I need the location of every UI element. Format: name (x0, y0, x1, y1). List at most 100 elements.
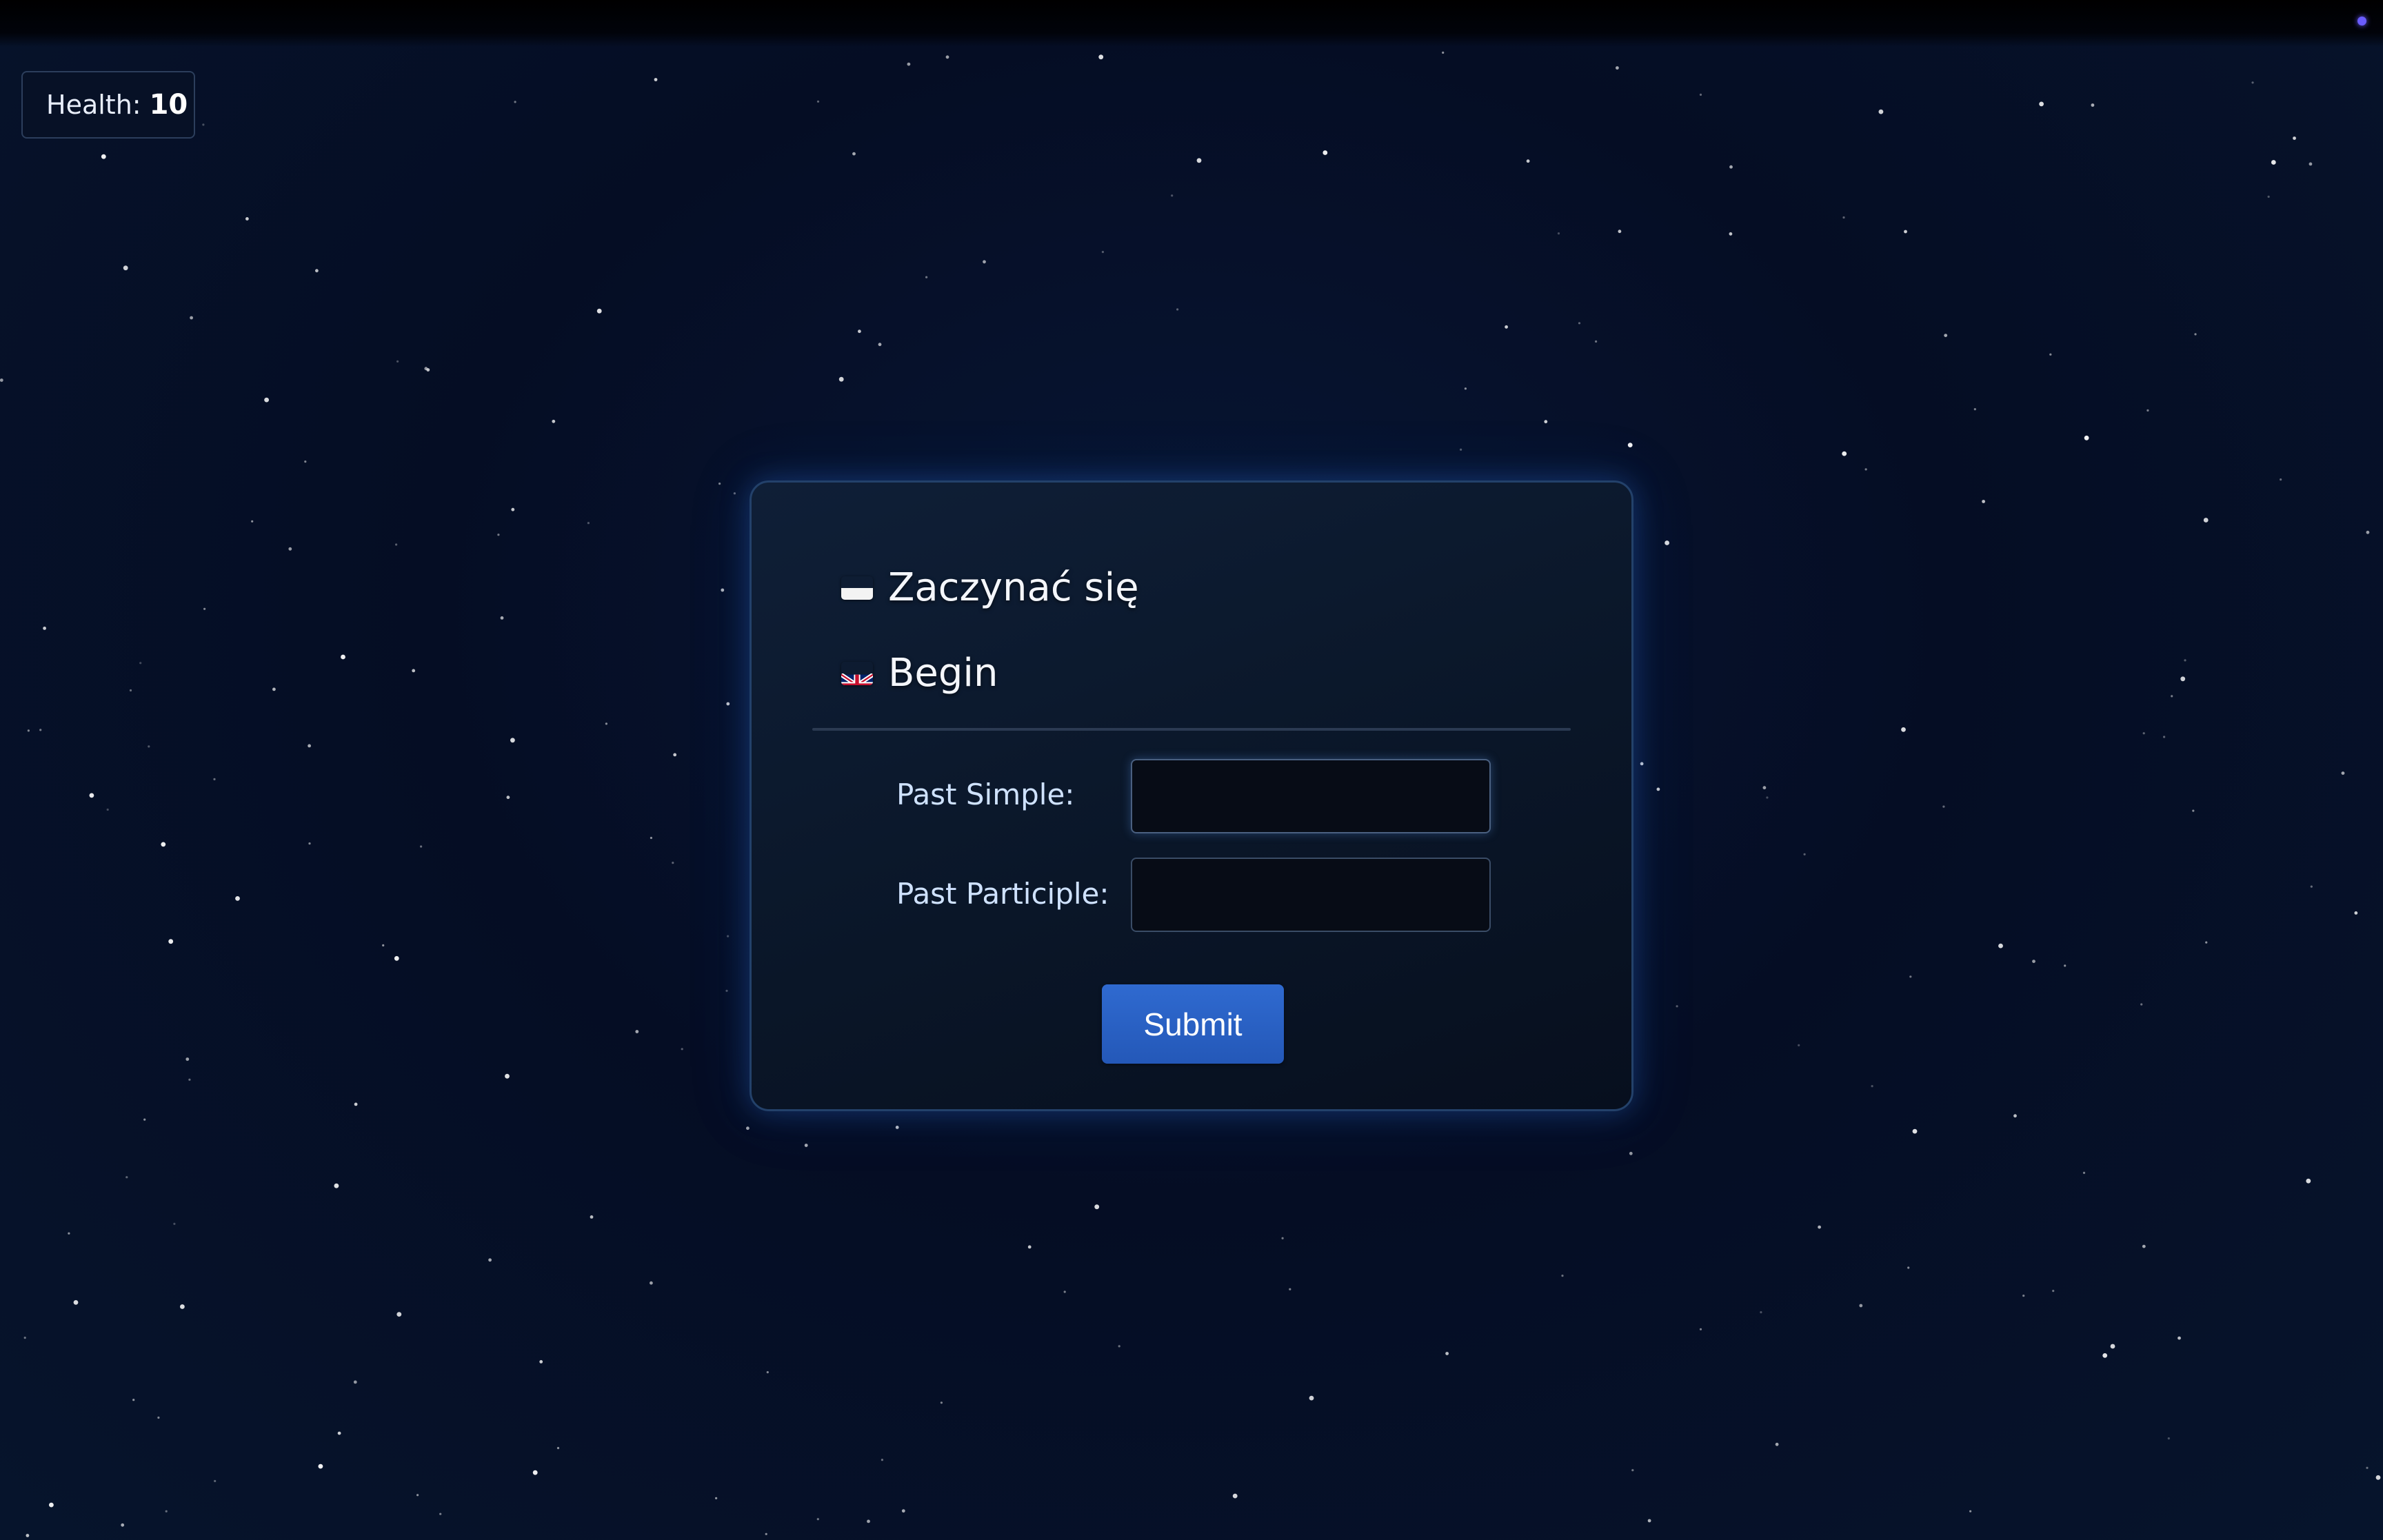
star (1904, 230, 1907, 234)
star (650, 1281, 653, 1285)
star (2354, 911, 2358, 915)
star (1627, 443, 1633, 447)
star (26, 1534, 30, 1537)
star (23, 1337, 26, 1339)
star (185, 1057, 190, 1061)
star (2052, 1290, 2055, 1293)
past-simple-input[interactable] (1131, 759, 1491, 833)
star (439, 1512, 442, 1515)
star (2309, 162, 2313, 166)
star (354, 1102, 358, 1106)
star (264, 397, 269, 403)
star (2049, 353, 2052, 356)
past-participle-input[interactable] (1131, 858, 1491, 932)
star (635, 1030, 639, 1033)
star (2271, 160, 2276, 165)
star (506, 796, 510, 800)
star (308, 744, 311, 748)
star (1766, 796, 1769, 799)
star (308, 842, 311, 845)
star (681, 1048, 683, 1051)
star (2366, 1466, 2369, 1469)
past-participle-label: Past Participle: (896, 877, 1109, 911)
star (715, 1497, 718, 1499)
star (1760, 1311, 1762, 1314)
star (202, 123, 205, 126)
star (1595, 340, 1598, 343)
star (1676, 1005, 1678, 1008)
star (945, 55, 949, 59)
star (353, 1380, 357, 1384)
star (2192, 809, 2195, 812)
star (1027, 1245, 1032, 1249)
star (895, 1126, 899, 1129)
star (901, 1509, 905, 1513)
star (416, 1494, 419, 1497)
target-word: Begin (888, 651, 998, 696)
star (2171, 695, 2173, 698)
star (2194, 333, 2197, 336)
uk-flag-icon (841, 662, 873, 685)
star (213, 778, 216, 780)
star (1196, 158, 1202, 163)
star (587, 522, 590, 525)
star (412, 669, 416, 673)
star (382, 944, 385, 946)
star (816, 100, 820, 103)
star (73, 1300, 79, 1305)
star (1460, 448, 1462, 451)
star (1618, 230, 1622, 234)
star (2039, 101, 2044, 107)
star (2366, 530, 2370, 534)
star (654, 78, 658, 81)
star (2022, 1295, 2025, 1297)
star (143, 1118, 146, 1121)
star (532, 1470, 538, 1475)
star (1505, 325, 1509, 329)
star (1942, 805, 1945, 808)
star (488, 1258, 492, 1262)
star (318, 1463, 323, 1469)
star (341, 654, 345, 660)
star (500, 616, 504, 620)
star (1281, 1237, 1284, 1239)
star (672, 862, 674, 864)
star (396, 360, 399, 363)
star (1803, 853, 1806, 855)
health-label: Health: (46, 90, 141, 120)
star (1762, 786, 1767, 790)
star (1901, 727, 1906, 732)
star (983, 260, 986, 264)
star (878, 343, 882, 347)
star (804, 1144, 808, 1147)
health-indicator: Health: 10 (21, 71, 195, 139)
star (838, 376, 844, 382)
submit-button[interactable]: Submit (1102, 984, 1284, 1064)
star (1616, 66, 1619, 70)
star (1526, 159, 1530, 163)
star (101, 154, 106, 159)
star (1544, 420, 1548, 424)
star (0, 378, 3, 382)
star (251, 520, 254, 523)
star (190, 316, 193, 320)
star (816, 1518, 819, 1521)
star (539, 1360, 543, 1364)
star (1842, 451, 1847, 456)
star (123, 265, 128, 271)
star (1907, 1266, 1910, 1269)
star (605, 722, 608, 725)
star (2180, 676, 2186, 682)
star (1775, 1442, 1779, 1446)
star (1176, 308, 1179, 311)
star (2251, 81, 2254, 84)
star (1629, 1151, 1633, 1155)
star (1561, 1275, 1564, 1277)
star (43, 627, 46, 630)
star (1631, 1469, 1634, 1472)
star (2167, 1437, 2170, 1440)
star (2306, 1178, 2311, 1184)
star (394, 955, 399, 961)
star (235, 896, 240, 901)
star (1699, 93, 1702, 96)
